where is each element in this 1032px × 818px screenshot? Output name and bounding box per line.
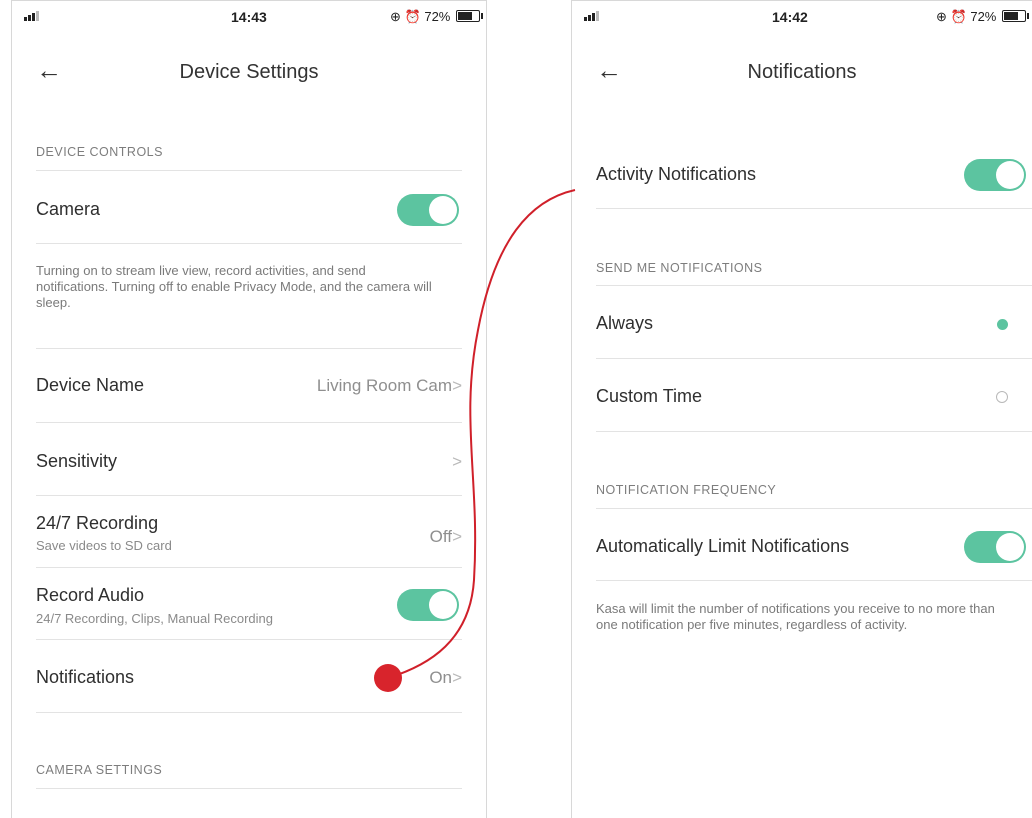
record-audio-sub: 24/7 Recording, Clips, Manual Recording xyxy=(36,611,274,626)
camera-label: Camera xyxy=(36,199,101,219)
battery-icon xyxy=(1002,10,1029,22)
custom-time-label: Custom Time xyxy=(596,386,703,406)
divider xyxy=(36,567,462,568)
sensitivity-row[interactable]: Sensitivity > xyxy=(36,451,462,477)
rotation-lock-icon: ⊕ xyxy=(936,9,947,24)
auto-limit-description: Kasa will limit the number of notificati… xyxy=(596,601,995,632)
record-audio-toggle[interactable] xyxy=(397,589,459,621)
rotation-lock-icon: ⊕ xyxy=(390,9,401,24)
divider xyxy=(36,243,462,244)
section-send-notifications: SEND ME NOTIFICATIONS xyxy=(596,261,763,275)
recording-sub: Save videos to SD card xyxy=(36,538,172,553)
radio-selected-icon xyxy=(997,319,1008,330)
notifications-label: Notifications xyxy=(36,667,135,687)
status-bar: 14:43 ⊕ ⏰ 72% xyxy=(12,1,486,31)
divider xyxy=(36,348,462,349)
battery-percent: 72% xyxy=(424,9,451,24)
recording-label: 24/7 Recording xyxy=(36,513,159,533)
device-name-label: Device Name xyxy=(36,375,145,395)
auto-limit-label: Automatically Limit Notifications xyxy=(596,536,850,556)
sensitivity-label: Sensitivity xyxy=(36,451,118,471)
status-bar: 14:42 ⊕ ⏰ 72% xyxy=(572,1,1032,31)
device-name-value: Living Room Cam xyxy=(316,376,452,395)
divider xyxy=(596,508,1032,509)
device-settings-screen: 14:43 ⊕ ⏰ 72% ← Device Settings DEVICE C… xyxy=(11,0,487,818)
camera-description: Turning on to stream live view, record a… xyxy=(36,263,432,310)
notifications-value: On xyxy=(429,668,452,687)
chevron-right-icon: > xyxy=(452,527,462,546)
always-option[interactable]: Always xyxy=(596,313,1008,339)
page-title: Notifications xyxy=(747,61,857,83)
divider xyxy=(36,712,462,713)
camera-toggle[interactable] xyxy=(397,194,459,226)
divider xyxy=(596,208,1032,209)
activity-notifications-toggle[interactable] xyxy=(964,159,1026,191)
radio-unselected-icon xyxy=(996,391,1008,403)
section-notification-frequency: NOTIFICATION FREQUENCY xyxy=(596,483,777,497)
divider xyxy=(36,422,462,423)
auto-limit-toggle[interactable] xyxy=(964,531,1026,563)
divider xyxy=(36,170,462,171)
chevron-right-icon: > xyxy=(452,376,462,395)
divider xyxy=(596,285,1032,286)
status-time: 14:42 xyxy=(772,9,808,25)
activity-notifications-label: Activity Notifications xyxy=(596,164,757,184)
divider xyxy=(596,431,1032,432)
chevron-right-icon: > xyxy=(452,452,462,471)
device-name-row[interactable]: Device Name Living Room Cam > xyxy=(36,375,462,401)
divider xyxy=(36,495,462,496)
chevron-right-icon: > xyxy=(452,668,462,687)
notifications-screen: 14:42 ⊕ ⏰ 72% ← Notifications Activity N… xyxy=(571,0,1032,818)
battery-percent: 72% xyxy=(970,9,997,24)
recording-value: Off xyxy=(429,527,452,546)
notifications-row[interactable]: Notifications On > xyxy=(36,667,462,693)
divider xyxy=(36,788,462,789)
battery-icon xyxy=(456,10,483,22)
custom-time-option[interactable]: Custom Time xyxy=(596,386,1008,412)
status-time: 14:43 xyxy=(231,9,267,25)
section-camera-settings: CAMERA SETTINGS xyxy=(36,763,163,777)
divider xyxy=(36,639,462,640)
divider xyxy=(596,580,1032,581)
section-device-controls: DEVICE CONTROLS xyxy=(36,145,163,159)
alarm-icon: ⏰ xyxy=(404,9,421,24)
always-label: Always xyxy=(596,313,654,333)
signal-icon xyxy=(24,11,44,21)
page-title: Device Settings xyxy=(179,61,319,83)
alarm-icon: ⏰ xyxy=(950,9,967,24)
divider xyxy=(596,358,1032,359)
record-audio-label: Record Audio xyxy=(36,585,145,605)
recording-row[interactable]: 24/7 Recording Save videos to SD card Of… xyxy=(36,513,462,557)
signal-icon xyxy=(584,11,604,21)
